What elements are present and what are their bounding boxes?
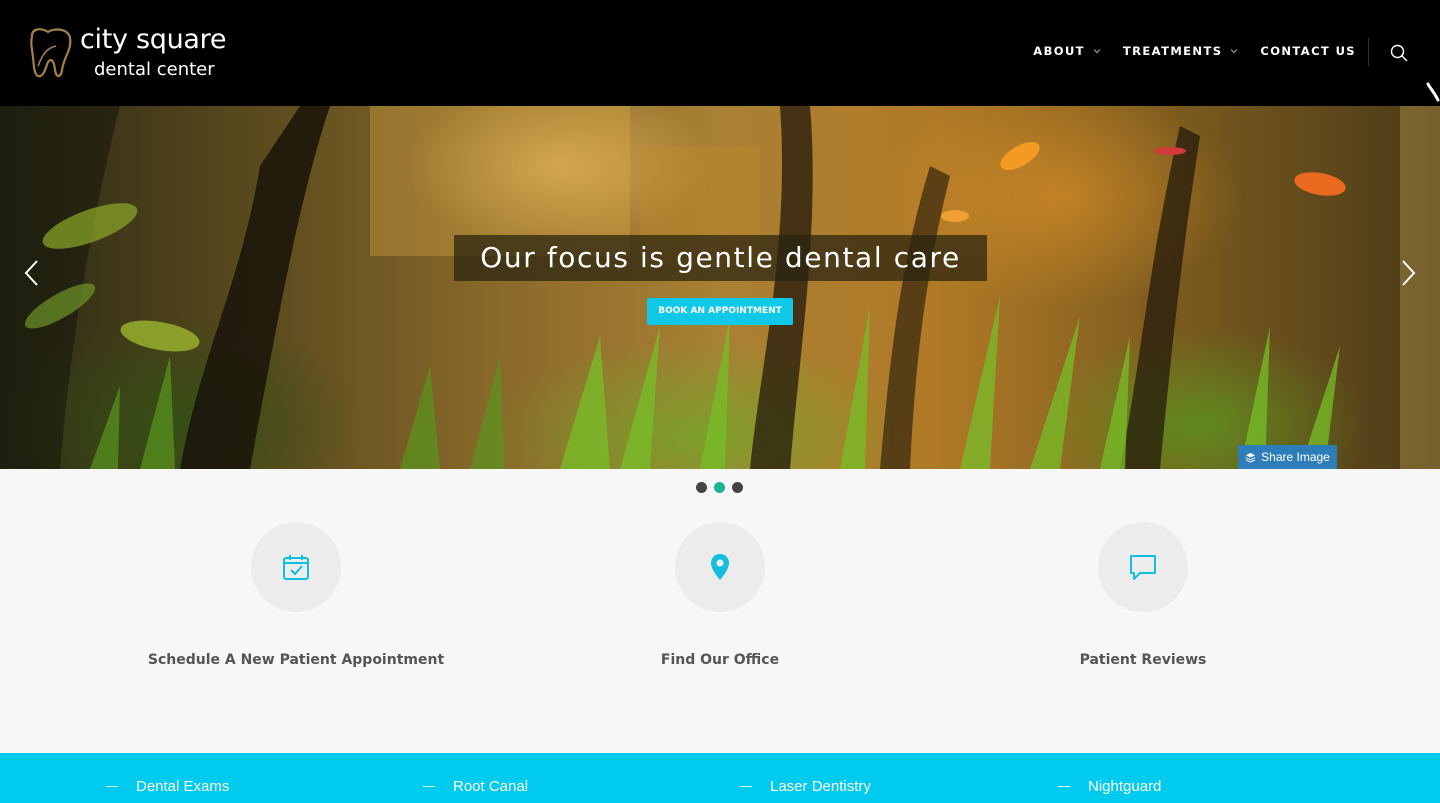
treatments-bar: Dental Exams Root Canal Laser Dentistry … bbox=[0, 753, 1440, 803]
slider-dot-1[interactable] bbox=[696, 482, 707, 493]
nav-about[interactable]: ABOUT bbox=[1033, 44, 1101, 58]
feature-circle-reviews[interactable] bbox=[1098, 522, 1188, 612]
nav-divider bbox=[1368, 38, 1369, 66]
logo-text-line1: city square bbox=[80, 24, 227, 55]
site-header: city square dental center ABOUT TREATMEN… bbox=[0, 0, 1440, 106]
site-logo[interactable]: city square dental center bbox=[26, 24, 246, 84]
slider-dots bbox=[696, 482, 750, 493]
aquarium-photo bbox=[0, 106, 1440, 469]
tooth-logo-icon bbox=[30, 28, 72, 78]
treatment-label: Root Canal bbox=[453, 778, 529, 795]
nav-about-label: ABOUT bbox=[1033, 44, 1085, 58]
treatment-link-dental-exams[interactable]: Dental Exams bbox=[106, 778, 229, 795]
main-nav: ABOUT TREATMENTS CONTACT US bbox=[1011, 40, 1356, 62]
chevron-down-icon bbox=[1093, 49, 1101, 54]
dash-icon bbox=[740, 786, 752, 787]
logo-text-line2: dental center bbox=[94, 59, 215, 80]
chat-bubble-icon bbox=[1130, 555, 1156, 580]
feature-find-office: Find Our Office bbox=[570, 522, 870, 668]
book-appointment-button[interactable]: BOOK AN APPOINTMENT bbox=[647, 298, 793, 325]
layers-icon bbox=[1245, 452, 1256, 463]
treatment-label: Nightguard bbox=[1088, 778, 1162, 795]
nav-contact-us-label: CONTACT US bbox=[1260, 44, 1356, 58]
treatment-label: Dental Exams bbox=[136, 778, 230, 795]
hero-slider: Our focus is gentle dental care BOOK AN … bbox=[0, 106, 1440, 469]
share-image-button[interactable]: Share Image bbox=[1238, 445, 1337, 469]
feature-circle-office[interactable] bbox=[675, 522, 765, 612]
slider-dot-2[interactable] bbox=[714, 482, 725, 493]
nav-treatments-label: TREATMENTS bbox=[1122, 44, 1223, 58]
map-pin-icon bbox=[711, 554, 729, 580]
chevron-down-icon bbox=[1231, 49, 1238, 54]
feature-label-schedule[interactable]: Schedule A New Patient Appointment bbox=[146, 652, 446, 668]
chevron-right-icon[interactable] bbox=[1398, 258, 1418, 288]
share-image-label: Share Image bbox=[1261, 450, 1330, 464]
dash-icon bbox=[423, 786, 435, 787]
dash-icon bbox=[1058, 786, 1070, 787]
treatment-link-laser-dentistry[interactable]: Laser Dentistry bbox=[740, 778, 871, 795]
feature-schedule-appointment: Schedule A New Patient Appointment bbox=[146, 522, 446, 668]
calendar-check-icon bbox=[283, 555, 309, 580]
feature-label-office[interactable]: Find Our Office bbox=[570, 652, 870, 668]
treatment-label: Laser Dentistry bbox=[770, 778, 871, 795]
chevron-left-icon[interactable] bbox=[22, 258, 42, 288]
feature-circle-schedule[interactable] bbox=[251, 522, 341, 612]
search-icon[interactable] bbox=[1388, 42, 1410, 64]
hero-title: Our focus is gentle dental care bbox=[454, 235, 987, 281]
treatment-link-root-canal[interactable]: Root Canal bbox=[423, 778, 528, 795]
dash-icon bbox=[106, 786, 118, 787]
feature-patient-reviews: Patient Reviews bbox=[993, 522, 1293, 668]
treatment-link-nightguard[interactable]: Nightguard bbox=[1058, 778, 1161, 795]
nav-contact-us[interactable]: CONTACT US bbox=[1260, 44, 1356, 58]
feature-label-reviews[interactable]: Patient Reviews bbox=[993, 652, 1293, 668]
nav-treatments[interactable]: TREATMENTS bbox=[1123, 44, 1238, 58]
slider-dot-3[interactable] bbox=[732, 482, 743, 493]
